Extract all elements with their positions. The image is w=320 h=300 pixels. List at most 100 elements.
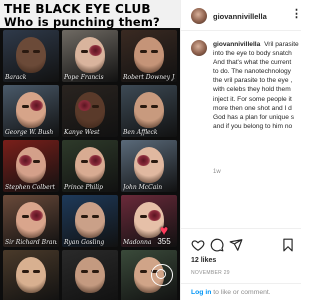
eye — [81, 270, 88, 273]
celebrity-tile: Ben Affleck — [121, 85, 177, 137]
celebrity-tile: George W. Bush — [3, 85, 59, 137]
black-eye-bruise — [137, 155, 150, 166]
celebrity-tile: Kanye West — [62, 85, 118, 137]
eye — [81, 160, 88, 163]
eye — [33, 270, 40, 273]
celebrity-tile: Robert Downey Jr. — [121, 30, 177, 82]
post-header: giovannivillella ⋮ — [181, 0, 302, 31]
comment-line: to do. The nanotechnology — [213, 68, 291, 76]
action-bar — [181, 228, 301, 258]
comment-avatar[interactable] — [191, 40, 207, 56]
eye — [33, 50, 40, 53]
face-caption: Barack — [5, 74, 27, 81]
eye — [92, 270, 99, 273]
eye — [92, 105, 99, 108]
black-eye-bruise — [89, 155, 102, 166]
eye — [22, 215, 29, 218]
eye — [140, 50, 147, 53]
zoom-icon[interactable] — [151, 264, 173, 286]
eye — [22, 105, 29, 108]
share-icon[interactable] — [229, 238, 243, 252]
eye — [81, 215, 88, 218]
face-portrait — [134, 147, 164, 183]
poster-title: THE BLACK EYE CLUB Who is punching them? — [0, 0, 180, 29]
face-portrait — [75, 37, 105, 73]
login-prompt: Log in to like or comment. — [181, 283, 301, 300]
poster-title-line2: Who is punching them? — [4, 15, 160, 29]
poster-title-line1: THE BLACK EYE CLUB — [4, 2, 151, 16]
eye — [92, 215, 99, 218]
comment-line: more then one shot and I d — [213, 104, 292, 112]
more-options-icon[interactable]: ⋮ — [291, 9, 302, 20]
celebrity-tile — [3, 250, 59, 300]
comment-line: inject it. For some people it — [213, 95, 292, 103]
comment-text: giovannivillella Vril parasite into the … — [213, 40, 301, 131]
avatar[interactable] — [191, 8, 207, 24]
face-caption: Prince Philip — [64, 184, 104, 191]
comment-line: And that's what the current — [213, 59, 292, 67]
eye — [140, 105, 147, 108]
face-caption: Pope Francis — [64, 74, 104, 81]
eye — [151, 105, 158, 108]
save-icon[interactable] — [281, 238, 295, 252]
celebrity-tile: John McCain — [121, 140, 177, 192]
face-portrait — [75, 147, 105, 183]
comment-line: with celebs they hold them — [213, 86, 291, 94]
post-panel: giovannivillella ⋮ giovannivillella Vril… — [180, 0, 302, 300]
like-badge: ♥ 355 — [153, 223, 175, 246]
face-portrait — [75, 202, 105, 238]
face-caption: Robert Downey Jr. — [123, 74, 175, 81]
face-portrait — [16, 202, 46, 238]
face-caption: Kanye West — [64, 129, 100, 136]
login-link[interactable]: Log in — [191, 289, 211, 296]
comment-line: Vril parasite — [264, 41, 299, 48]
eye — [22, 270, 29, 273]
face-portrait — [134, 92, 164, 128]
celebrity-tile: Ryan Gosling — [62, 195, 118, 247]
face-caption: Ben Affleck — [123, 129, 158, 136]
black-eye-bruise — [89, 45, 102, 56]
black-eye-bruise — [30, 100, 43, 111]
eye — [33, 160, 40, 163]
face-portrait — [75, 92, 105, 128]
comment-line: God has a plan for unique s — [213, 113, 295, 121]
comment-timestamp[interactable]: 1w — [213, 169, 221, 175]
eye — [151, 50, 158, 53]
eye — [151, 160, 158, 163]
comment-line: and if you belong to him no — [213, 122, 293, 130]
post-date: NOVEMBER 29 — [191, 270, 230, 276]
black-eye-bruise — [30, 210, 43, 221]
face-caption: George W. Bush — [5, 129, 54, 136]
login-prompt-text: to like or comment. — [211, 289, 271, 296]
face-portrait — [16, 37, 46, 73]
face-portrait — [134, 37, 164, 73]
celebrity-tile: Prince Philip — [62, 140, 118, 192]
header-username[interactable]: giovannivillella — [213, 12, 267, 21]
caption-comment: giovannivillella Vril parasite into the … — [181, 36, 301, 222]
face-portrait — [16, 147, 46, 183]
celebrity-tile: Barack — [3, 30, 59, 82]
comment-icon[interactable] — [210, 238, 224, 252]
face-portrait — [75, 257, 105, 293]
face-caption: Sir Richard Branson — [5, 239, 57, 246]
comment-line: into the eye to body snatch — [213, 50, 292, 58]
eye — [140, 215, 147, 218]
eye — [140, 270, 147, 273]
face-portrait — [16, 92, 46, 128]
face-grid: Barack Pope Francis Robert Downey Jr. Georg… — [3, 30, 177, 300]
eye — [22, 50, 29, 53]
celebrity-tile: Pope Francis — [62, 30, 118, 82]
celebrity-tile: Sir Richard Branson — [3, 195, 59, 247]
comment-username[interactable]: giovannivillella — [213, 41, 260, 48]
like-badge-count: 355 — [157, 237, 171, 246]
black-eye-bruise — [19, 155, 32, 166]
face-caption: Ryan Gosling — [64, 239, 105, 246]
eye — [81, 50, 88, 53]
comment-first-line: giovannivillella Vril parasite — [213, 40, 301, 49]
heart-icon[interactable] — [191, 238, 205, 252]
comment-line: the vril parasite to the eye , — [213, 77, 293, 85]
post-image[interactable]: THE BLACK EYE CLUB Who is punching them?… — [0, 0, 180, 300]
likes-count[interactable]: 12 likes — [191, 257, 216, 264]
black-eye-bruise — [148, 210, 161, 221]
face-caption: John McCain — [123, 184, 163, 191]
